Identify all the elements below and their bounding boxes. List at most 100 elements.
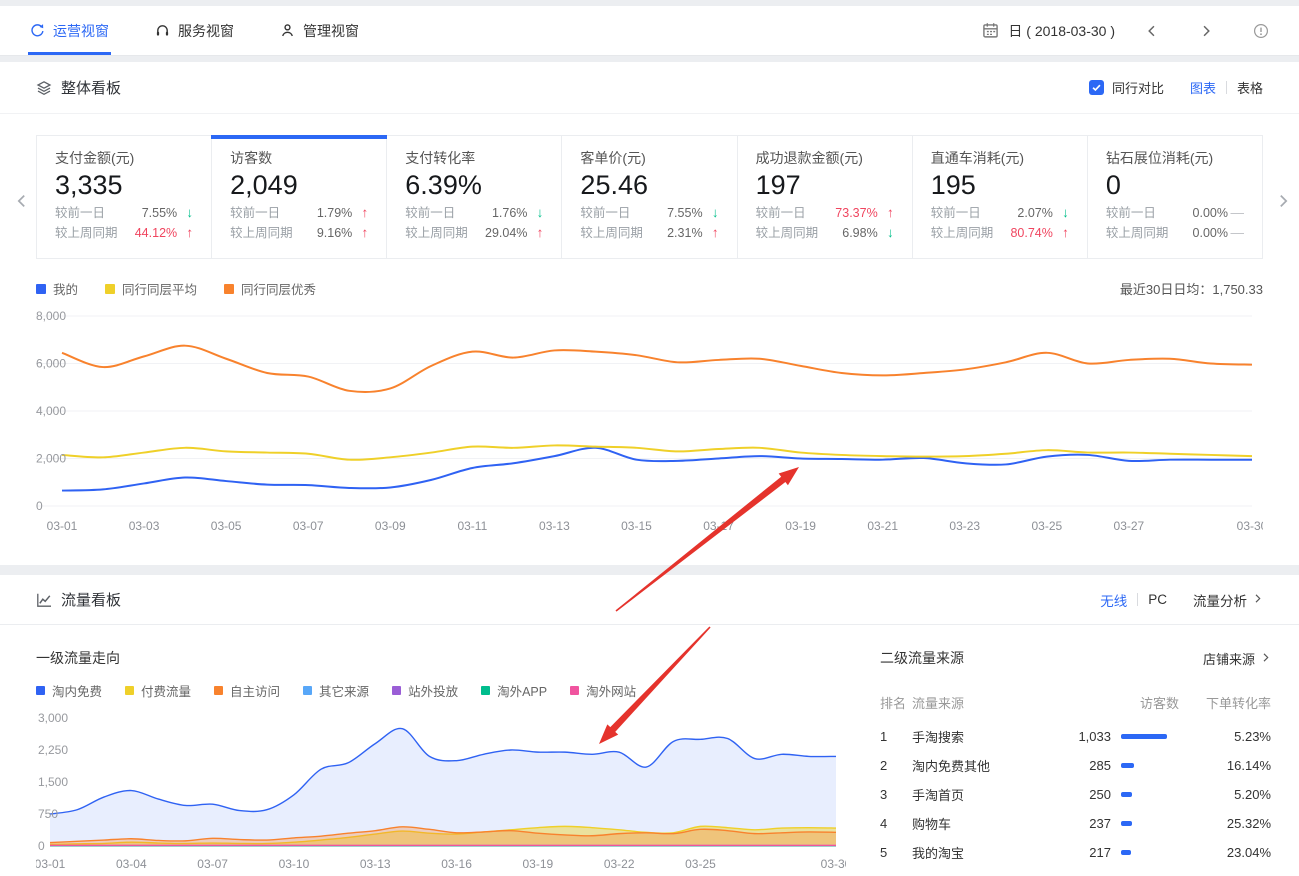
legend-item[interactable]: 付费流量 bbox=[125, 681, 191, 700]
line-chart-icon bbox=[36, 592, 52, 608]
svg-text:6,000: 6,000 bbox=[36, 357, 66, 371]
svg-text:03-27: 03-27 bbox=[1114, 519, 1145, 533]
compare-label: 较前一日 bbox=[55, 204, 105, 222]
row-visitors: 1,033 bbox=[1049, 729, 1111, 744]
table-row[interactable]: 5我的淘宝21723.04% bbox=[880, 838, 1271, 867]
svg-text:03-13: 03-13 bbox=[539, 519, 570, 533]
calendar-icon[interactable] bbox=[982, 22, 999, 39]
wireless-tab[interactable]: 无线 bbox=[1100, 590, 1127, 610]
tab-service[interactable]: 服务视窗 bbox=[155, 6, 234, 55]
row-rank: 5 bbox=[880, 845, 912, 860]
legend-item[interactable]: 同行同层优秀 bbox=[224, 279, 316, 298]
svg-text:03-03: 03-03 bbox=[129, 519, 160, 533]
legend-label: 其它来源 bbox=[319, 681, 369, 700]
svg-text:03-17: 03-17 bbox=[703, 519, 734, 533]
compare-label: 较上周同期 bbox=[405, 224, 468, 242]
metric-card-visitors[interactable]: 访客数2,049较前一日1.79%↑较上周同期9.16%↑ bbox=[212, 136, 387, 258]
table-row[interactable]: 1手淘搜索1,0335.23% bbox=[880, 722, 1271, 751]
pc-tab[interactable]: PC bbox=[1148, 592, 1167, 607]
compare-value: 80.74% bbox=[1010, 224, 1052, 242]
traffic-title: 流量看板 bbox=[61, 589, 121, 610]
svg-text:2,250: 2,250 bbox=[38, 743, 68, 757]
metric-card-ztc-cost[interactable]: 直通车消耗(元)195较前一日2.07%↓较上周同期80.74%↑ bbox=[913, 136, 1088, 258]
next-date-button[interactable] bbox=[1199, 24, 1213, 38]
compare-row: 较上周同期9.16%↑ bbox=[230, 224, 368, 242]
svg-text:03-01: 03-01 bbox=[47, 519, 78, 533]
svg-text:03-07: 03-07 bbox=[293, 519, 324, 533]
svg-text:0: 0 bbox=[38, 839, 45, 853]
legend-label: 同行同层平均 bbox=[122, 279, 197, 298]
compare-value: 2.31% bbox=[667, 224, 702, 242]
overview-trend-chart[interactable]: 02,0004,0006,0008,00003-0103-0303-0503-0… bbox=[36, 306, 1263, 546]
legend-item[interactable]: 淘内免费 bbox=[36, 681, 102, 700]
legend-item[interactable]: 其它来源 bbox=[303, 681, 369, 700]
svg-text:03-25: 03-25 bbox=[685, 857, 716, 871]
metric-card-avg-order-value[interactable]: 客单价(元)25.46较前一日7.55%↓较上周同期2.31%↑ bbox=[562, 136, 737, 258]
legend-swatch bbox=[570, 686, 579, 695]
traffic-analysis-label: 流量分析 bbox=[1193, 590, 1247, 610]
tab-operations[interactable]: 运营视窗 bbox=[30, 6, 109, 55]
legend-swatch bbox=[303, 686, 312, 695]
table-row[interactable]: 3手淘首页2505.20% bbox=[880, 780, 1271, 809]
row-source: 淘内免费其他 bbox=[912, 756, 1049, 775]
topbar-tabs: 运营视窗服务视窗管理视窗 bbox=[30, 6, 405, 55]
trend-flat-icon: — bbox=[1228, 204, 1244, 222]
row-conversion: 23.04% bbox=[1179, 845, 1271, 860]
shop-source-link[interactable]: 店铺来源 bbox=[1203, 649, 1271, 668]
table-row[interactable]: 4购物车23725.32% bbox=[880, 809, 1271, 838]
table-row[interactable]: 2淘内免费其他28516.14% bbox=[880, 751, 1271, 780]
compare-value: 44.12% bbox=[135, 224, 177, 242]
row-rank: 3 bbox=[880, 787, 912, 802]
metric-value: 25.46 bbox=[580, 168, 718, 202]
svg-text:1,500: 1,500 bbox=[38, 775, 68, 789]
legend-item[interactable]: 淘外网站 bbox=[570, 681, 636, 700]
compare-value: 7.55% bbox=[142, 204, 177, 222]
compare-value: 2.07% bbox=[1017, 204, 1052, 222]
metric-label: 客单价(元) bbox=[580, 149, 718, 167]
legend-item[interactable]: 我的 bbox=[36, 279, 78, 298]
cards-prev-icon[interactable] bbox=[14, 193, 30, 214]
traffic-analysis-link[interactable]: 流量分析 bbox=[1193, 590, 1263, 610]
row-rank: 2 bbox=[880, 758, 912, 773]
date-range-label[interactable]: 日 ( 2018-03-30 ) bbox=[1008, 21, 1115, 41]
view-table-link[interactable]: 表格 bbox=[1237, 78, 1263, 97]
info-icon[interactable] bbox=[1253, 23, 1269, 39]
legend-swatch bbox=[36, 284, 46, 294]
row-visitors: 285 bbox=[1049, 758, 1111, 773]
compare-label: 较上周同期 bbox=[580, 224, 643, 242]
legend-label: 付费流量 bbox=[141, 681, 191, 700]
metric-value: 197 bbox=[756, 168, 894, 202]
compare-label: 较上周同期 bbox=[55, 224, 118, 242]
legend-item[interactable]: 站外投放 bbox=[392, 681, 458, 700]
visitors-bar bbox=[1121, 850, 1179, 855]
legend-label: 淘外网站 bbox=[586, 681, 636, 700]
traffic-controls: 无线 PC 流量分析 bbox=[1100, 590, 1263, 610]
legend-item[interactable]: 自主访问 bbox=[214, 681, 280, 700]
cards-next-icon[interactable] bbox=[1275, 193, 1291, 214]
tab-management[interactable]: 管理视窗 bbox=[280, 6, 359, 55]
metric-card-pay-amount[interactable]: 支付金额(元)3,335较前一日7.55%↓较上周同期44.12%↑ bbox=[37, 136, 212, 258]
overview-header: 整体看板 同行对比 图表 表格 bbox=[0, 62, 1299, 114]
traffic-trend-chart[interactable]: 07501,5002,2503,00003-0103-0403-0703-100… bbox=[36, 706, 846, 876]
svg-text:03-15: 03-15 bbox=[621, 519, 652, 533]
metric-card-refund-amount[interactable]: 成功退款金额(元)197较前一日73.37%↑较上周同期6.98%↓ bbox=[738, 136, 913, 258]
metric-card-pay-conversion[interactable]: 支付转化率6.39%较前一日1.76%↓较上周同期29.04%↑ bbox=[387, 136, 562, 258]
legend-item[interactable]: 同行同层平均 bbox=[105, 279, 197, 298]
peer-compare-label[interactable]: 同行对比 bbox=[1112, 78, 1164, 97]
trend-down-arrow-icon: ↓ bbox=[703, 204, 719, 222]
view-chart-link[interactable]: 图表 bbox=[1190, 78, 1216, 97]
prev-date-button[interactable] bbox=[1145, 24, 1159, 38]
legend-item[interactable]: 淘外APP bbox=[481, 681, 547, 700]
compare-value: 6.98% bbox=[842, 224, 877, 242]
primary-traffic-title: 一级流量走向 bbox=[36, 648, 846, 668]
legend-swatch bbox=[481, 686, 490, 695]
metric-card-diamond-cost[interactable]: 钻石展位消耗(元)0较前一日0.00%—较上周同期0.00%— bbox=[1088, 136, 1262, 258]
secondary-source-section: 二级流量来源 店铺来源 排名流量来源访客数下单转化率 1手淘搜索1,0335.2… bbox=[880, 648, 1271, 867]
metric-label: 成功退款金额(元) bbox=[756, 149, 894, 167]
compare-row: 较前一日2.07%↓ bbox=[931, 204, 1069, 222]
metric-cards: 支付金额(元)3,335较前一日7.55%↓较上周同期44.12%↑访客数2,0… bbox=[36, 135, 1263, 259]
peer-compare-checkbox[interactable] bbox=[1089, 80, 1104, 95]
row-visitors: 250 bbox=[1049, 787, 1111, 802]
traffic-panel: 流量看板 无线 PC 流量分析 一级流量走向 淘内免费 付费流量 自主访问 其它来源 站… bbox=[0, 575, 1299, 876]
compare-value: 73.37% bbox=[835, 204, 877, 222]
